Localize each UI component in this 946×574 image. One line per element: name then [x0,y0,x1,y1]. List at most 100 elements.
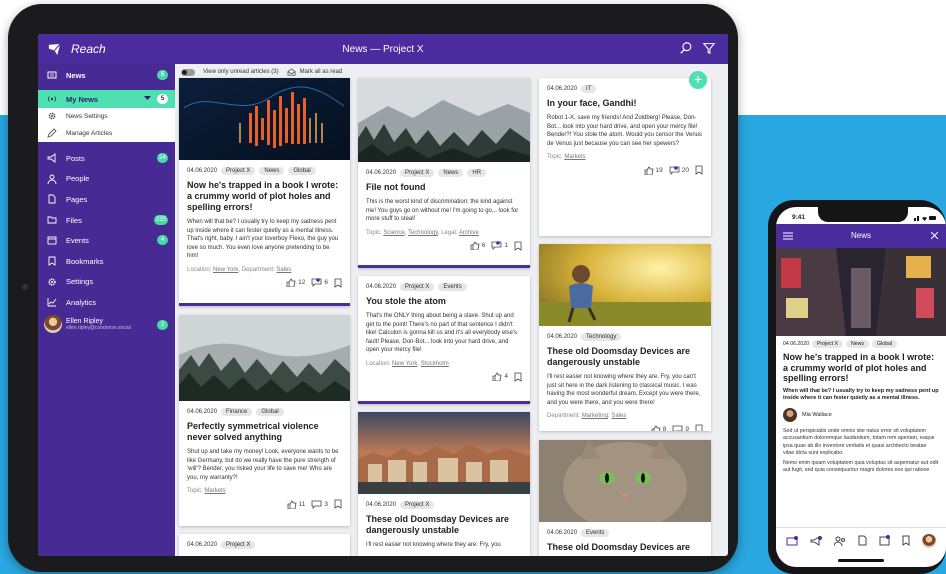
comment-button[interactable]: 3 [311,500,328,509]
add-article-button[interactable]: + [689,71,707,89]
comment-button[interactable]: 9 [672,425,689,431]
unread-toggle[interactable] [181,68,195,76]
article-card[interactable]: 04.06.2020 Project X News HR File not fo… [358,78,530,268]
tag-chip[interactable]: News [259,167,285,175]
newspaper-icon[interactable] [786,535,798,546]
like-button[interactable]: 6 [470,241,485,251]
article-title[interactable]: These old Doomsday Devices are dangerous… [547,346,703,368]
bookmark-icon[interactable] [334,278,342,288]
tag-chip[interactable]: News [438,169,464,177]
like-button[interactable]: 11 [287,500,305,509]
like-button[interactable]: 12 [286,278,305,288]
submenu-item-news-settings[interactable]: News Settings [38,108,175,125]
sidebar-item-news[interactable]: News 5 [38,65,175,85]
sidebar-item-bookmarks[interactable]: Bookmarks [38,251,175,272]
sidebar-item-posts[interactable]: Posts 24 [38,148,175,169]
people-icon[interactable] [834,536,846,546]
tag-chip[interactable]: Project X [400,501,435,509]
sidebar-item-analytics[interactable]: Analytics [38,292,175,313]
bookmark-icon[interactable] [695,424,703,431]
chevron-down-icon[interactable] [144,96,151,101]
article-card[interactable]: 04.06.2020 Project X News Global Now he'… [179,78,350,306]
tag-chip[interactable]: HR [467,169,487,177]
tag-chip[interactable]: Project X [400,169,435,177]
close-icon[interactable] [931,232,938,239]
foggy-mountains-image [358,78,530,162]
location-link[interactable]: New York [213,267,238,273]
sidebar-item-my-news[interactable]: My News 5 [38,90,175,108]
location-link[interactable]: New York [392,361,417,367]
article-title[interactable]: File not found [366,182,522,193]
article-title[interactable]: Perfectly symmetrical violence never sol… [187,421,342,443]
filter-icon[interactable] [702,41,718,57]
comment-button[interactable]: 20 [669,166,689,175]
bookmark-icon[interactable] [334,499,342,510]
topic-link[interactable]: Markets [204,488,225,494]
comment-count: 20 [681,166,689,174]
article-title[interactable]: In your face, Gandhi! [547,98,703,109]
article-title[interactable]: These old Doomsday Devices are [547,542,703,553]
comment-button[interactable]: 6 [311,278,328,288]
tag-chip[interactable]: Project X [811,340,844,348]
comment-count: 9 [685,425,689,431]
article-title[interactable]: You stole the atom [366,296,522,307]
tag-chip[interactable]: News [846,340,869,348]
tag-chip[interactable]: Project X [221,167,256,175]
tag-chip[interactable]: Events [438,283,467,291]
tag-chip[interactable]: Finance [221,408,253,416]
tag-chip[interactable]: IT [581,85,597,93]
search-icon[interactable] [679,41,695,57]
article-title[interactable]: These old Doomsday Devices are dangerous… [366,514,522,536]
like-button[interactable]: 19 [644,166,663,175]
article-card[interactable]: 04.06.2020 Project X Events You stole th… [358,276,530,404]
legal-link[interactable]: Archive [459,230,479,236]
mark-all-read-button[interactable]: Mark all as read [300,69,343,75]
comment-button[interactable]: 1 [491,241,508,251]
article-card[interactable]: 04.06.2020 Project X These old Doomsday … [358,412,530,556]
department-link[interactable]: Marketing [582,413,608,419]
calendar-icon[interactable] [879,535,890,546]
tag-chip[interactable]: Global [256,408,284,416]
tag-chip[interactable]: Project X [400,283,435,291]
tag-chip[interactable]: Global [872,340,897,348]
sidebar-item-label: My News [66,94,99,104]
megaphone-icon[interactable] [810,535,822,546]
department-link[interactable]: Sales [611,413,626,419]
like-button[interactable]: 4 [492,372,508,382]
bookmark-icon[interactable] [514,372,522,382]
bookmark-icon[interactable] [902,535,910,546]
tag-chip[interactable]: Technology [581,333,622,341]
like-button[interactable]: 8 [651,425,666,431]
sidebar-item-pages[interactable]: Pages [38,189,175,210]
article-card[interactable]: 04.06.2020 Technology These old Doomsday… [539,244,711,431]
topic-link[interactable]: Markets [564,154,585,160]
location-link[interactable]: Stockholm [421,361,449,367]
bookmark-icon[interactable] [514,241,522,251]
article-title: Now he's trapped in a book I wrote: a cr… [783,352,935,383]
bookmark-icon[interactable] [695,165,703,176]
topic-link[interactable]: Science [383,230,404,236]
article-card[interactable]: 04.06.2020 IT In your face, Gandhi! Robo… [539,78,711,236]
article-title[interactable]: Now he's trapped in a book I wrote: a cr… [187,180,342,213]
tag-chip[interactable]: Project X [221,541,256,549]
article-card[interactable]: 04.06.2020 Project X [179,534,350,556]
article-actions: 11 3 [187,499,342,510]
avatar[interactable] [922,533,936,548]
sidebar-user[interactable]: Ellen Ripley ellen.ripley@condense.socia… [38,313,175,337]
submenu-item-manage-articles[interactable]: Manage Articles [38,125,175,142]
sidebar-item-settings[interactable]: Settings [38,272,175,293]
sidebar-item-events[interactable]: Events 4 [38,230,175,251]
sidebar-item-people[interactable]: People [38,169,175,190]
article-card[interactable]: 04.06.2020 Finance Global Perfectly symm… [179,315,350,526]
topic-link[interactable]: Technology [408,230,438,236]
sidebar-item-label: Settings [66,277,94,287]
article-author[interactable]: Mia Wallace [783,408,939,423]
tag-chip[interactable]: Global [288,167,316,175]
page-icon[interactable] [858,535,867,546]
footer-prefix: Topic: [366,229,384,236]
department-link[interactable]: Sales [276,267,291,273]
article-card[interactable]: 04.06.2020 Events These old Doomsday Dev… [539,440,711,556]
mark-read-icon[interactable] [287,68,296,76]
tag-chip[interactable]: Events [581,529,610,537]
sidebar-item-files[interactable]: Files 235 [38,210,175,231]
